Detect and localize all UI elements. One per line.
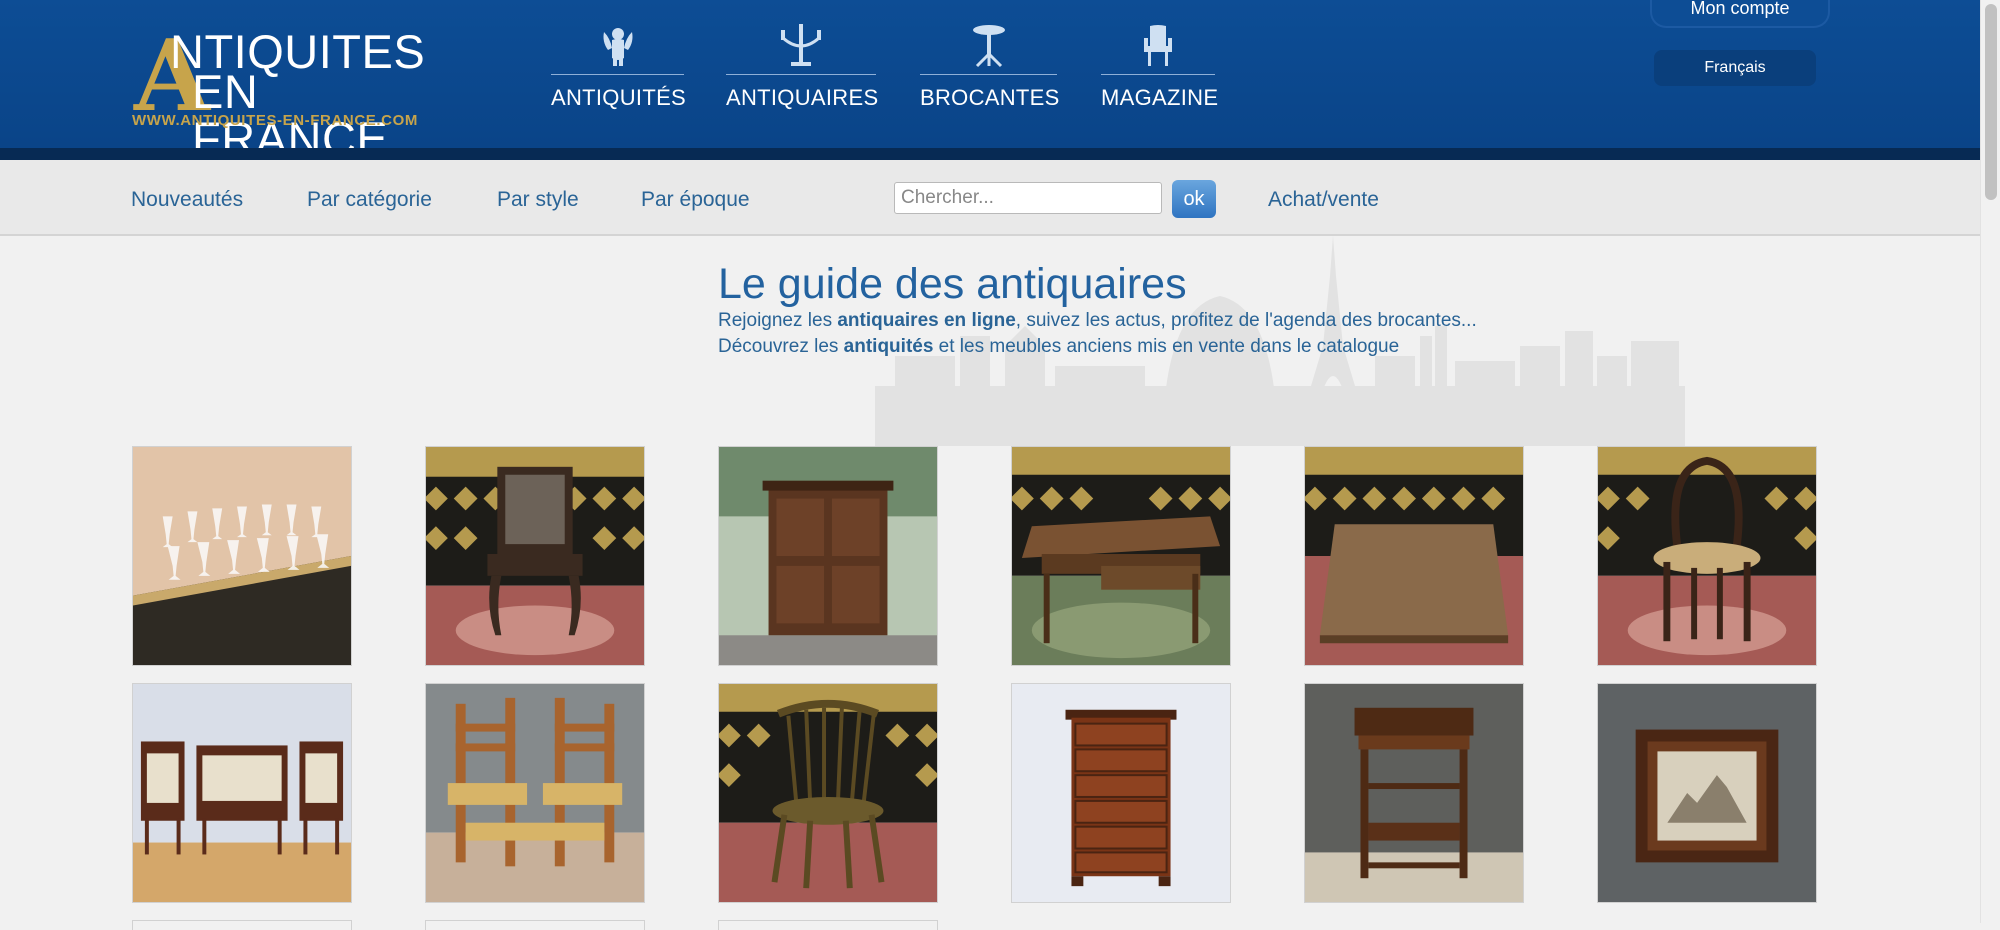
nav-antiquaires[interactable]: ANTIQUAIRES [726, 24, 879, 114]
search-input[interactable] [894, 182, 1162, 214]
product-thumbnail[interactable] [1011, 683, 1231, 903]
pedestal-table-icon [972, 25, 1005, 68]
rush-chairs-photo [426, 684, 644, 902]
nav-antiquites[interactable]: ANTIQUITÉS [551, 24, 687, 114]
sub-navigation: Nouveautés Par catégorie Par style Par é… [0, 160, 1980, 236]
nav-divider [920, 74, 1057, 75]
product-thumbnail[interactable] [718, 683, 938, 903]
nav-magazine[interactable]: MAGAZINE [1101, 24, 1219, 114]
nav-brocantes[interactable]: BROCANTES [920, 24, 1060, 114]
intro-text: Rejoignez les [718, 310, 838, 331]
candelabra-icon [781, 24, 821, 66]
product-thumbnail[interactable] [1597, 683, 1817, 903]
scrollbar-thumb[interactable] [1985, 4, 1997, 200]
windsor-chair-photo [719, 684, 937, 902]
nav-label: BROCANTES [920, 85, 1060, 110]
square-table-photo [1305, 447, 1523, 665]
product-thumbnail[interactable] [132, 446, 352, 666]
antiquites-link[interactable]: antiquités [844, 336, 934, 357]
bistro-chair-photo [1598, 447, 1816, 665]
account-label: Mon compte [1690, 0, 1790, 18]
product-thumbnail[interactable] [1011, 446, 1231, 666]
header-bottom-bar [0, 148, 1980, 160]
framed-engraving-photo [1598, 684, 1816, 902]
subnav-nouveautes[interactable]: Nouveautés [131, 188, 243, 212]
product-thumbnail[interactable] [425, 683, 645, 903]
sofa-set-photo [133, 684, 351, 902]
logo-url: WWW.ANTIQUITES-EN-FRANCE.COM [132, 112, 418, 129]
subnav-achat-vente[interactable]: Achat/vente [1268, 188, 1379, 212]
page-title: Le guide des antiquaires [718, 260, 1187, 308]
vertical-scrollbar[interactable] [1980, 0, 2000, 923]
antiquaires-link[interactable]: antiquaires en ligne [837, 310, 1015, 331]
chest-of-drawers-photo [1012, 684, 1230, 902]
intro-line-2: Découvrez les antiquités et les meubles … [718, 336, 1399, 358]
language-selector[interactable]: Français [1654, 50, 1816, 86]
subnav-par-style[interactable]: Par style [497, 188, 579, 212]
crystal-glasses-photo [133, 447, 351, 665]
product-thumbnail[interactable] [718, 446, 938, 666]
carved-chair-photo [426, 447, 644, 665]
nav-divider [726, 74, 876, 75]
drawer-table-photo [1012, 447, 1230, 665]
sewing-table-photo [1305, 684, 1523, 902]
product-thumbnail[interactable] [132, 920, 352, 930]
cherub-icon [603, 28, 632, 66]
product-thumbnail[interactable] [1304, 446, 1524, 666]
subnav-par-epoque[interactable]: Par époque [641, 188, 750, 212]
product-thumbnail[interactable] [1597, 446, 1817, 666]
product-thumbnail[interactable] [718, 920, 938, 930]
product-thumbnail[interactable] [425, 446, 645, 666]
intro-line-1: Rejoignez les antiquaires en ligne, suiv… [718, 310, 1477, 332]
subnav-par-categorie[interactable]: Par catégorie [307, 188, 432, 212]
intro-text: , suivez les actus, profitez de l'agenda… [1015, 310, 1477, 331]
site-header: A NTIQUITES EN FRANCE WWW.ANTIQUITES-EN-… [0, 0, 1980, 163]
armchair-icon [1144, 25, 1172, 66]
wooden-cupboard-photo [719, 447, 937, 665]
intro-text: Découvrez les [718, 336, 844, 357]
account-button[interactable]: Mon compte [1650, 0, 1830, 28]
intro-text: et les meubles anciens mis en vente dans… [933, 336, 1400, 357]
product-thumbnail[interactable] [132, 683, 352, 903]
nav-divider [1101, 74, 1215, 75]
nav-divider [551, 74, 684, 75]
nav-label: ANTIQUITÉS [551, 85, 687, 110]
product-thumbnail[interactable] [425, 920, 645, 930]
main-content: Le guide des antiquaires Rejoignez les a… [0, 236, 1980, 930]
nav-label: MAGAZINE [1101, 85, 1219, 110]
search-ok-button[interactable]: ok [1172, 180, 1216, 218]
nav-label: ANTIQUAIRES [726, 85, 879, 110]
product-thumbnail[interactable] [1304, 683, 1524, 903]
site-logo[interactable]: A NTIQUITES EN FRANCE WWW.ANTIQUITES-EN-… [130, 24, 450, 163]
